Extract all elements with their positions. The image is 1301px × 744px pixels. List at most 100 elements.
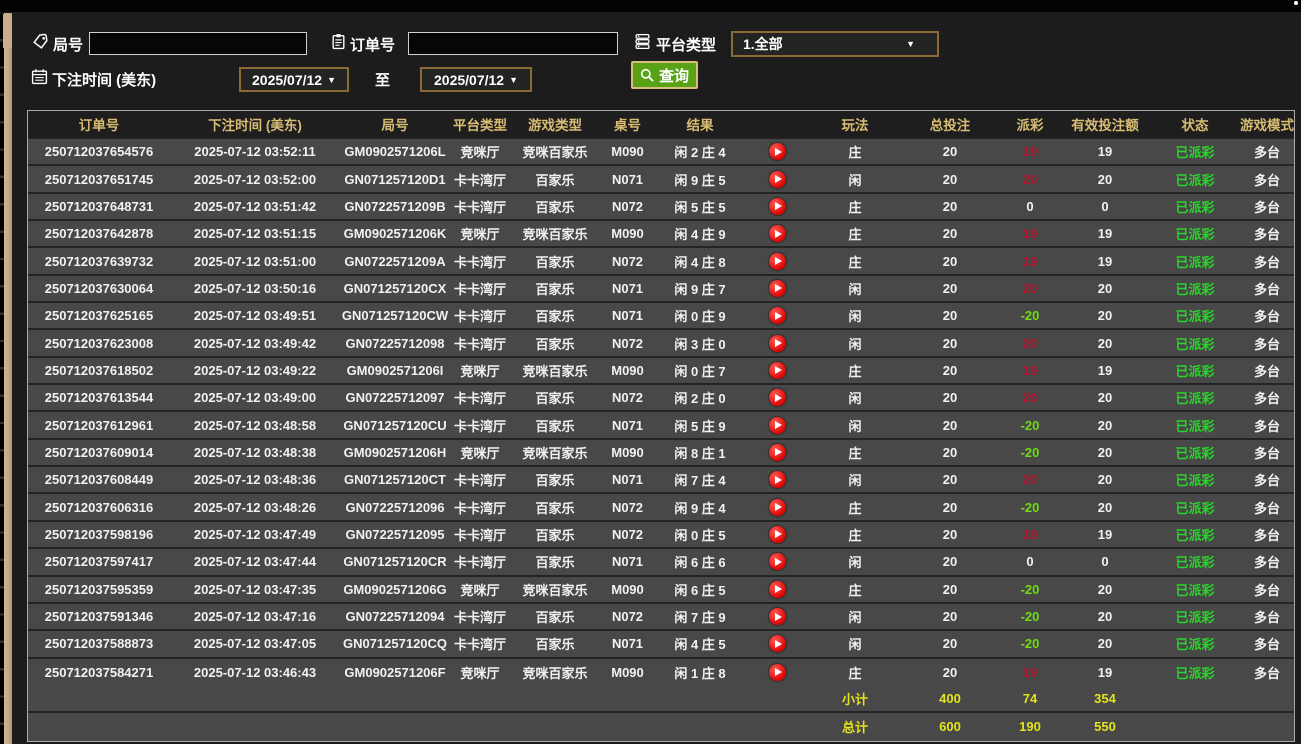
date-from-select[interactable]: 2025/07/12 ▼ — [239, 67, 349, 92]
cell-game: 百家乐 — [535, 199, 575, 215]
play-video-button[interactable] — [769, 525, 786, 543]
cell-valid: 20 — [1097, 280, 1113, 296]
cell-payout: -20 — [1020, 499, 1040, 515]
cell-order: 250712037642878 — [44, 226, 154, 242]
cell-round: GN071257120CR — [343, 554, 447, 570]
cell-order: 250712037651745 — [44, 171, 154, 187]
bet-records-table: 订单号 下注时间 (美东) 局号 平台类型 游戏类型 桌号 结果 玩法 总投注 派彩 有效投注额 状态… — [27, 110, 1295, 742]
play-video-button[interactable] — [769, 143, 786, 161]
cell-status: 已派彩 — [1175, 610, 1215, 626]
play-video-button[interactable] — [769, 635, 786, 653]
total-cell-total: 400 — [939, 691, 961, 707]
cell-play — [745, 467, 810, 492]
play-video-button[interactable] — [769, 580, 786, 598]
total-cell-order — [28, 686, 170, 711]
cell-status: 已派彩 — [1175, 363, 1215, 379]
cell-time: 2025-07-12 03:51:42 — [193, 198, 317, 214]
play-video-button[interactable] — [769, 416, 786, 434]
search-icon — [640, 68, 655, 83]
cell-status: 已派彩 — [1175, 227, 1215, 243]
cell-result: 闲 0 庄 9 — [674, 309, 726, 325]
cell-table_no: N072 — [611, 609, 644, 625]
cell-time: 2025-07-12 03:52:00 — [193, 171, 317, 187]
order-input[interactable] — [408, 32, 618, 55]
play-video-button[interactable] — [769, 553, 786, 571]
cell-play — [745, 221, 810, 246]
cell-platform: 卡卡湾厅 — [453, 281, 506, 297]
cell-game: 百家乐 — [535, 527, 575, 543]
cell-platform: 竞咪厅 — [460, 363, 500, 379]
cell-play — [745, 358, 810, 383]
platform-type-label: 平台类型 — [656, 37, 717, 54]
play-video-button[interactable] — [769, 307, 786, 325]
cell-play — [745, 549, 810, 574]
cell-platform: 竞咪厅 — [460, 227, 500, 243]
cell-mode: 多台 — [1253, 555, 1280, 571]
play-video-button[interactable] — [769, 252, 786, 270]
cell-payout: -20 — [1020, 636, 1040, 652]
cell-mode: 多台 — [1253, 473, 1280, 489]
platform-type-select[interactable]: 1.全部 ▼ — [731, 31, 939, 57]
play-video-button[interactable] — [769, 608, 786, 626]
header-valid: 有效投注额 — [1071, 118, 1139, 133]
date-to-select[interactable]: 2025/07/12 ▼ — [420, 67, 532, 92]
cell-game: 百家乐 — [535, 309, 575, 325]
cell-round: GN071257120D1 — [344, 171, 446, 187]
play-video-button[interactable] — [769, 498, 786, 516]
cell-play — [745, 631, 810, 656]
cell-round: GN07225712095 — [345, 526, 445, 542]
cell-valid: 20 — [1097, 390, 1113, 406]
play-video-button[interactable] — [769, 663, 786, 681]
cell-table_no: N071 — [611, 472, 644, 488]
cell-status: 已派彩 — [1175, 391, 1215, 407]
cell-time: 2025-07-12 03:48:58 — [193, 417, 317, 433]
total-cell-payout: 190 — [1019, 719, 1041, 735]
play-video-button[interactable] — [769, 170, 786, 188]
cell-payout: 19 — [1022, 253, 1038, 269]
cell-platform: 卡卡湾厅 — [453, 610, 506, 626]
cell-mode: 多台 — [1253, 227, 1280, 243]
cell-bet_side: 闲 — [848, 473, 862, 489]
search-button[interactable]: 查询 — [631, 61, 699, 89]
cell-table_no: M090 — [611, 144, 644, 160]
play-video-button[interactable] — [769, 389, 786, 407]
table-header-row: 订单号 下注时间 (美东) 局号 平台类型 游戏类型 桌号 结果 玩法 总投注 派彩 有效投注额 状态… — [28, 111, 1294, 139]
play-video-button[interactable] — [769, 471, 786, 489]
cell-total: 20 — [942, 335, 958, 351]
platform-type-value: 1.全部 — [743, 36, 783, 52]
cell-result: 闲 2 庄 0 — [674, 391, 726, 407]
cell-result: 闲 2 庄 4 — [674, 145, 726, 161]
play-video-button[interactable] — [769, 197, 786, 215]
cell-mode: 多台 — [1253, 445, 1280, 461]
cell-time: 2025-07-12 03:49:00 — [193, 390, 317, 406]
table-row: 250712037648731 2025-07-12 03:51:42 GN0722… — [28, 193, 1294, 222]
cell-status: 已派彩 — [1175, 309, 1215, 325]
play-video-button[interactable] — [769, 279, 786, 297]
cell-valid: 19 — [1097, 253, 1113, 269]
total-cell-payout: 74 — [1022, 691, 1038, 707]
cell-table_no: N072 — [611, 390, 644, 406]
bet-time-label: 下注时间 (美东) — [52, 72, 157, 89]
total-cell-game — [510, 686, 600, 711]
play-video-button[interactable] — [769, 334, 786, 352]
cell-round: GM0902571206I — [346, 362, 444, 378]
cell-play — [745, 522, 810, 547]
cell-payout: 20 — [1022, 335, 1038, 351]
cell-play — [745, 303, 810, 328]
cell-time: 2025-07-12 03:47:05 — [193, 636, 317, 652]
cell-game: 百家乐 — [535, 473, 575, 489]
cell-payout: 19 — [1022, 226, 1038, 242]
cell-round: GN07225712097 — [345, 390, 445, 406]
play-video-button[interactable] — [769, 225, 786, 243]
cell-game: 竞咪百家乐 — [522, 445, 588, 461]
play-video-button[interactable] — [769, 361, 786, 379]
header-play — [745, 111, 810, 137]
cell-platform: 竞咪厅 — [460, 445, 500, 461]
cell-valid: 20 — [1097, 636, 1113, 652]
play-video-button[interactable] — [769, 443, 786, 461]
cell-round: GN07225712098 — [345, 335, 445, 351]
cell-time: 2025-07-12 03:47:49 — [193, 526, 317, 542]
round-input[interactable] — [89, 32, 307, 55]
cell-bet_side: 闲 — [848, 610, 862, 626]
cell-play — [745, 604, 810, 629]
